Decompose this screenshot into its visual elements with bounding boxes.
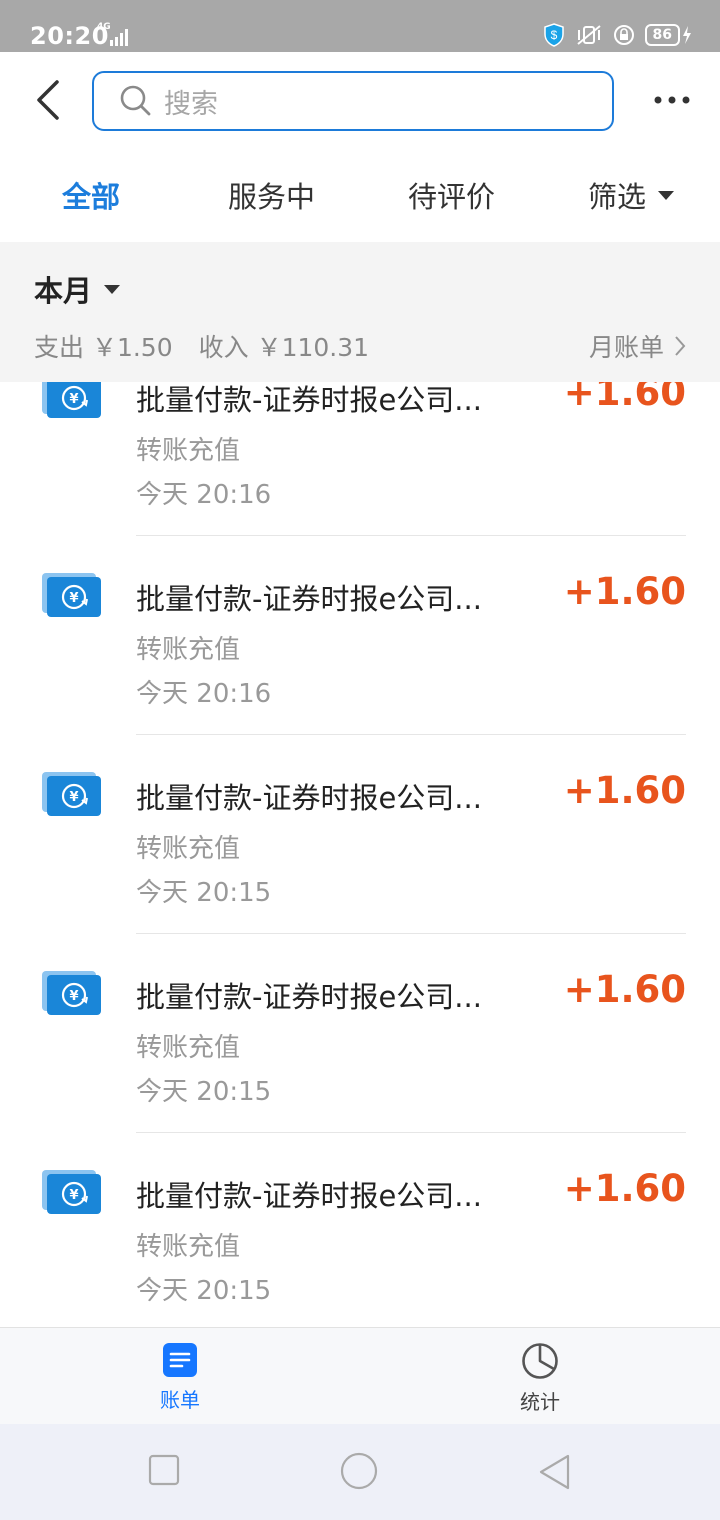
transfer-recharge-icon: ¥ (42, 382, 101, 418)
month-title: 本月 (34, 274, 93, 308)
transfer-recharge-icon: ¥ (42, 573, 101, 617)
svg-text:¥: ¥ (69, 790, 78, 805)
svg-text:¥: ¥ (69, 989, 78, 1004)
transaction-time: 今天 20:15 (136, 878, 272, 908)
monthly-bill-label: 月账单 (588, 333, 664, 362)
chevron-right-icon (675, 336, 686, 356)
signal-icon (110, 29, 128, 46)
nav-statistics[interactable]: 统计 (480, 1342, 600, 1415)
expense-total: 支出 ￥1.50 (34, 333, 173, 362)
transaction-amount: +1.60 (563, 769, 686, 812)
filter-tabs: 全部 服务中 待评价 筛选 (0, 148, 720, 242)
vibrate-mute-icon (576, 25, 601, 45)
transaction-title: 批量付款-证券时报e公司... (136, 383, 482, 417)
transfer-recharge-icon: ¥ (42, 1170, 101, 1214)
transaction-category: 转账充值 (136, 834, 241, 864)
tab-all[interactable]: 全部 (62, 174, 120, 216)
back-nav-icon[interactable] (538, 1454, 572, 1490)
transaction-title: 批量付款-证券时报e公司... (136, 1179, 482, 1213)
transaction-list: ¥ 批量付款-证券时报e公司... 转账充值 今天 20:16 +1.60 ¥ … (0, 382, 720, 1327)
transaction-time: 今天 20:16 (136, 480, 272, 510)
bottom-nav: 账单 统计 (0, 1327, 720, 1424)
transaction-time: 今天 20:16 (136, 679, 272, 709)
list-item[interactable]: ¥ 批量付款-证券时报e公司... 转账充值 今天 20:16 +1.60 (0, 382, 720, 536)
dropdown-arrow-icon (104, 284, 121, 294)
header: 搜索 (0, 52, 720, 148)
transaction-title: 批量付款-证券时报e公司... (136, 582, 482, 616)
search-input[interactable]: 搜索 (92, 71, 614, 131)
list-item[interactable]: ¥ 批量付款-证券时报e公司... 转账充值 今天 20:15 +1.60 (0, 934, 720, 1133)
nav-bill-label: 账单 (160, 1388, 200, 1412)
month-selector[interactable]: 本月 (34, 268, 121, 310)
battery-level: 86 (644, 24, 680, 46)
list-item[interactable]: ¥ 批量付款-证券时报e公司... 转账充值 今天 20:15 +1.60 (0, 735, 720, 934)
lock-rotation-icon (613, 25, 634, 45)
tab-in-service[interactable]: 服务中 (228, 174, 315, 216)
search-placeholder: 搜索 (164, 88, 218, 120)
tab-filter-label: 筛选 (588, 180, 647, 214)
transaction-amount: +1.60 (563, 382, 686, 414)
transfer-recharge-icon: ¥ (42, 971, 101, 1015)
summary-totals: 支出 ￥1.50 收入 ￥110.31 (34, 328, 369, 364)
transaction-amount: +1.60 (563, 968, 686, 1011)
svg-text:¥: ¥ (69, 1188, 78, 1203)
charging-icon (683, 26, 691, 44)
nav-bill[interactable]: 账单 (120, 1342, 240, 1413)
back-arrow-icon (37, 80, 59, 120)
recent-apps-icon[interactable] (148, 1454, 180, 1486)
bill-icon (163, 1343, 197, 1377)
back-button[interactable] (28, 78, 68, 122)
status-bar: 20:20 4G $ 86 (0, 0, 720, 52)
transfer-recharge-icon: ¥ (42, 772, 101, 816)
tab-pending-review[interactable]: 待评价 (408, 174, 495, 216)
dropdown-arrow-icon (658, 190, 675, 200)
transaction-title: 批量付款-证券时报e公司... (136, 980, 482, 1014)
transaction-category: 转账充值 (136, 436, 241, 466)
transaction-time: 今天 20:15 (136, 1077, 272, 1107)
svg-text:$: $ (550, 28, 557, 42)
month-summary: 本月 支出 ￥1.50 收入 ￥110.31 月账单 (0, 242, 720, 382)
battery-indicator: 86 (644, 24, 692, 46)
nav-statistics-label: 统计 (520, 1390, 560, 1414)
transaction-category: 转账充值 (136, 1232, 241, 1262)
transaction-category: 转账充值 (136, 635, 241, 665)
home-icon[interactable] (340, 1452, 378, 1490)
more-button[interactable] (650, 82, 694, 118)
income-total: 收入 ￥110.31 (198, 333, 370, 362)
svg-text:¥: ¥ (69, 591, 78, 606)
list-item[interactable]: ¥ 批量付款-证券时报e公司... 转账充值 今天 20:16 +1.60 (0, 536, 720, 735)
network-type: 4G (97, 22, 111, 32)
transaction-title: 批量付款-证券时报e公司... (136, 781, 482, 815)
monthly-bill-link[interactable]: 月账单 (589, 328, 686, 364)
more-dots-icon (654, 96, 690, 104)
transaction-amount: +1.60 (563, 570, 686, 613)
shield-icon: $ (543, 23, 564, 47)
pie-chart-icon (522, 1343, 558, 1379)
list-item[interactable]: ¥ 批量付款-证券时报e公司... 转账充值 今天 20:15 +1.60 (0, 1133, 720, 1327)
svg-text:¥: ¥ (69, 392, 78, 407)
system-nav-bar (0, 1424, 720, 1520)
transaction-amount: +1.60 (563, 1167, 686, 1210)
status-icons: $ 86 (543, 22, 692, 48)
transaction-category: 转账充值 (136, 1033, 241, 1063)
search-icon (120, 84, 154, 118)
tab-filter[interactable]: 筛选 (588, 174, 675, 216)
transaction-time: 今天 20:15 (136, 1276, 272, 1306)
